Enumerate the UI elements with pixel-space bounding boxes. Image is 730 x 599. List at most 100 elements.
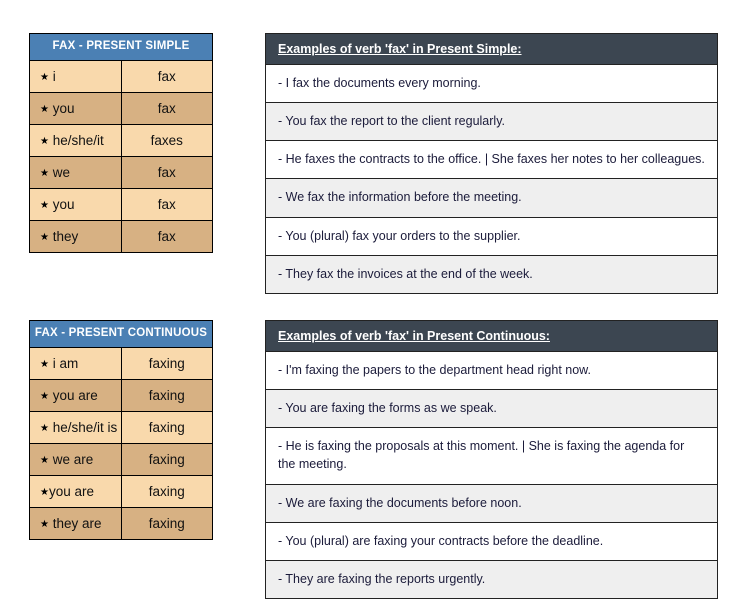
pronoun-cell: ★ we bbox=[29, 155, 122, 189]
star-icon: ★ bbox=[40, 199, 49, 211]
example-sentence: - You fax the report to the client regul… bbox=[265, 102, 718, 142]
example-row: - We are faxing the documents before noo… bbox=[265, 483, 718, 523]
pronoun-text: he/she/it is bbox=[52, 419, 118, 435]
examples-header-row: Examples of verb 'fax' in Present Simple… bbox=[265, 33, 718, 65]
conjugation-table-present-simple: FAX - PRESENT SIMPLE ★ i fax ★ you fax ★… bbox=[29, 33, 213, 253]
example-row: - You (plural) are faxing your contracts… bbox=[265, 521, 718, 561]
examples-block-present-continuous: Examples of verb 'fax' in Present Contin… bbox=[265, 320, 718, 599]
example-row: - He faxes the contracts to the office. … bbox=[265, 140, 718, 180]
examples-title: Examples of verb 'fax' in Present Contin… bbox=[265, 320, 718, 352]
conjugation-table-title: FAX - PRESENT SIMPLE bbox=[29, 33, 213, 61]
example-row: - You are faxing the forms as we speak. bbox=[265, 389, 718, 429]
verb-form-cell: fax bbox=[120, 155, 213, 189]
example-sentence: - We are faxing the documents before noo… bbox=[265, 483, 718, 523]
table-row: ★ you fax bbox=[29, 91, 213, 125]
examples-title-text: Examples of verb 'fax' in Present Simple… bbox=[278, 42, 522, 56]
example-sentence: - You (plural) are faxing your contracts… bbox=[265, 521, 718, 561]
verb-form-cell: fax bbox=[120, 219, 213, 253]
table-row: ★ i am faxing bbox=[29, 346, 213, 380]
pronoun-cell: ★you are bbox=[29, 474, 122, 508]
pronoun-text: you are bbox=[52, 387, 98, 403]
table-row: ★ they fax bbox=[29, 219, 213, 253]
table-row: ★ you are faxing bbox=[29, 378, 213, 412]
verb-form-cell: faxing bbox=[120, 346, 213, 380]
example-sentence: - I'm faxing the papers to the departmen… bbox=[265, 350, 718, 391]
conjugation-block-present-simple: FAX - PRESENT SIMPLE ★ i fax ★ you fax ★… bbox=[29, 33, 213, 253]
conjugation-table-present-continuous: FAX - PRESENT CONTINUOUS ★ i am faxing ★… bbox=[29, 320, 213, 540]
verb-form-cell: faxing bbox=[120, 442, 213, 476]
pronoun-cell: ★ he/she/it is bbox=[29, 410, 122, 444]
example-sentence: - He faxes the contracts to the office. … bbox=[265, 140, 718, 180]
example-sentence: - I fax the documents every morning. bbox=[265, 63, 718, 104]
pronoun-cell: ★ they bbox=[29, 219, 122, 253]
pronoun-text: they bbox=[52, 228, 79, 244]
pronoun-text: i bbox=[52, 68, 56, 84]
example-row: - I'm faxing the papers to the departmen… bbox=[265, 350, 718, 391]
pronoun-cell: ★ we are bbox=[29, 442, 122, 476]
table-header-row: FAX - PRESENT SIMPLE bbox=[29, 33, 213, 61]
example-sentence: - They fax the invoices at the end of th… bbox=[265, 254, 718, 294]
pronoun-cell: ★ he/she/it bbox=[29, 123, 122, 157]
table-row: ★ you fax bbox=[29, 187, 213, 221]
pronoun-cell: ★ they are bbox=[29, 506, 122, 540]
verb-form-cell: faxing bbox=[120, 378, 213, 412]
star-icon: ★ bbox=[40, 167, 49, 179]
star-icon: ★ bbox=[40, 518, 49, 530]
star-icon: ★ bbox=[40, 103, 49, 115]
pronoun-text: we bbox=[52, 164, 70, 180]
pronoun-cell: ★ i bbox=[29, 59, 122, 93]
star-icon: ★ bbox=[40, 390, 49, 402]
star-icon: ★ bbox=[40, 71, 49, 83]
pronoun-text: you bbox=[52, 196, 75, 212]
conjugation-table-title: FAX - PRESENT CONTINUOUS bbox=[29, 320, 213, 348]
pronoun-cell: ★ you bbox=[29, 187, 122, 221]
example-sentence: - You (plural) fax your orders to the su… bbox=[265, 216, 718, 256]
star-icon: ★ bbox=[40, 231, 49, 243]
example-row: - You (plural) fax your orders to the su… bbox=[265, 216, 718, 256]
examples-block-present-simple: Examples of verb 'fax' in Present Simple… bbox=[265, 33, 718, 294]
verb-form-cell: faxing bbox=[120, 474, 213, 508]
star-icon: ★ bbox=[40, 486, 49, 498]
table-row: ★ he/she/it faxes bbox=[29, 123, 213, 157]
pronoun-text: you bbox=[52, 100, 75, 116]
verb-form-cell: fax bbox=[120, 59, 213, 93]
verb-form-cell: fax bbox=[120, 187, 213, 221]
pronoun-cell: ★ you bbox=[29, 91, 122, 125]
examples-title: Examples of verb 'fax' in Present Simple… bbox=[265, 33, 718, 65]
examples-table-present-simple: Examples of verb 'fax' in Present Simple… bbox=[265, 33, 718, 294]
conjugation-block-present-continuous: FAX - PRESENT CONTINUOUS ★ i am faxing ★… bbox=[29, 320, 213, 540]
pronoun-text: they are bbox=[52, 515, 102, 531]
table-row: ★ he/she/it is faxing bbox=[29, 410, 213, 444]
example-row: - I fax the documents every morning. bbox=[265, 63, 718, 104]
examples-table-present-continuous: Examples of verb 'fax' in Present Contin… bbox=[265, 320, 718, 599]
example-sentence: - You are faxing the forms as we speak. bbox=[265, 389, 718, 429]
table-row: ★ i fax bbox=[29, 59, 213, 93]
example-row: - We fax the information before the meet… bbox=[265, 178, 718, 218]
example-sentence: - He is faxing the proposals at this mom… bbox=[265, 427, 718, 485]
example-row: - They fax the invoices at the end of th… bbox=[265, 254, 718, 294]
verb-form-cell: faxes bbox=[120, 123, 213, 157]
example-row: - He is faxing the proposals at this mom… bbox=[265, 427, 718, 485]
star-icon: ★ bbox=[40, 358, 49, 370]
pronoun-text: we are bbox=[52, 451, 94, 467]
pronoun-text: you are bbox=[48, 483, 94, 499]
table-header-row: FAX - PRESENT CONTINUOUS bbox=[29, 320, 213, 348]
table-row: ★ we are faxing bbox=[29, 442, 213, 476]
table-row: ★ we fax bbox=[29, 155, 213, 189]
star-icon: ★ bbox=[40, 135, 49, 147]
table-row: ★ they are faxing bbox=[29, 506, 213, 540]
example-row: - They are faxing the reports urgently. bbox=[265, 559, 718, 599]
pronoun-text: i am bbox=[52, 355, 79, 371]
star-icon: ★ bbox=[40, 422, 49, 434]
examples-header-row: Examples of verb 'fax' in Present Contin… bbox=[265, 320, 718, 352]
verb-form-cell: fax bbox=[120, 91, 213, 125]
star-icon: ★ bbox=[40, 454, 49, 466]
verb-form-cell: faxing bbox=[120, 410, 213, 444]
examples-title-text: Examples of verb 'fax' in Present Contin… bbox=[278, 329, 550, 343]
table-row: ★you are faxing bbox=[29, 474, 213, 508]
example-row: - You fax the report to the client regul… bbox=[265, 102, 718, 142]
pronoun-text: he/she/it bbox=[52, 132, 104, 148]
example-sentence: - We fax the information before the meet… bbox=[265, 178, 718, 218]
pronoun-cell: ★ i am bbox=[29, 346, 122, 380]
example-sentence: - They are faxing the reports urgently. bbox=[265, 559, 718, 599]
